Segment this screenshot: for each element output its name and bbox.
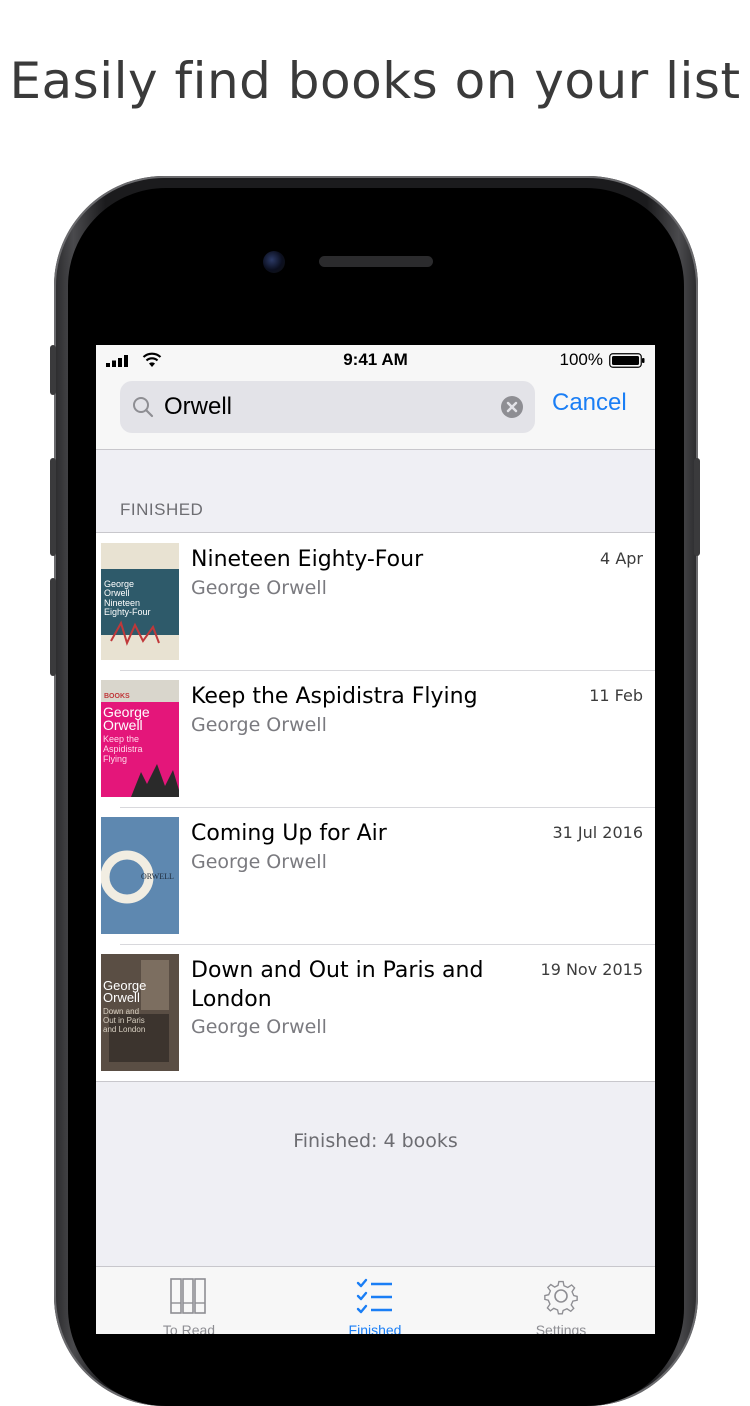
volume-down-button [50, 578, 56, 676]
book-title: Keep the Aspidistra Flying [191, 684, 478, 709]
volume-up-button [50, 458, 56, 556]
status-bar: 9:41 AM 100% [96, 345, 655, 377]
cancel-button[interactable]: Cancel [552, 389, 627, 417]
earpiece-speaker [319, 256, 433, 267]
search-bar: Orwell Cancel [96, 377, 655, 450]
book-date: 11 Feb [589, 686, 643, 705]
search-icon [133, 397, 154, 418]
book-title: Nineteen Eighty-Four [191, 547, 424, 572]
svg-text:Aspidistra: Aspidistra [103, 744, 143, 754]
svg-text:ORWELL: ORWELL [141, 872, 174, 881]
book-row[interactable]: ORWELL Coming Up for Air George Orwell 3… [96, 807, 655, 944]
svg-text:Down and: Down and [103, 1007, 139, 1016]
book-row[interactable]: BOOKS George Orwell Keep the Aspidistra … [96, 670, 655, 807]
book-author: George Orwell [191, 851, 327, 873]
tab-label: Finished [348, 1322, 402, 1334]
book-date: 31 Jul 2016 [552, 823, 643, 842]
promo-headline: Easily find books on your list [9, 52, 741, 110]
section-header-finished: FINISHED [120, 500, 204, 519]
bookshelf-icon [170, 1278, 206, 1314]
book-date: 4 Apr [600, 549, 643, 568]
svg-text:Orwell: Orwell [103, 990, 140, 1005]
svg-text:Orwell: Orwell [104, 588, 130, 598]
book-title: Coming Up for Air [191, 821, 387, 846]
battery-percentage: 100% [559, 350, 603, 369]
book-date: 19 Nov 2015 [540, 960, 643, 979]
tab-finished[interactable]: Finished [282, 1267, 468, 1334]
front-camera [263, 251, 285, 273]
svg-text:Orwell: Orwell [103, 717, 143, 733]
svg-text:and London: and London [103, 1025, 145, 1034]
tab-settings[interactable]: Settings [468, 1267, 654, 1334]
book-row[interactable]: George Orwell Nineteen Eighty-Four Ninet… [96, 533, 655, 670]
svg-text:Eighty-Four: Eighty-Four [104, 607, 151, 617]
book-author: George Orwell [191, 1016, 327, 1038]
svg-text:Keep the: Keep the [103, 734, 139, 744]
book-row[interactable]: George Orwell Down and Out in Paris and … [96, 944, 655, 1081]
book-title: Down and Out in Paris and London [191, 958, 484, 1012]
tab-to-read[interactable]: To Read [96, 1267, 282, 1334]
book-cover-image: ORWELL [101, 817, 179, 934]
book-author: George Orwell [191, 577, 327, 599]
svg-text:BOOKS: BOOKS [104, 693, 130, 700]
finished-count: Finished: 4 books [293, 1130, 458, 1152]
svg-text:Flying: Flying [103, 754, 127, 764]
book-author: George Orwell [191, 714, 327, 736]
tab-label: To Read [162, 1322, 216, 1334]
clear-search-icon[interactable] [500, 395, 524, 419]
checklist-icon [356, 1278, 392, 1314]
book-cover-image: BOOKS George Orwell Keep the Aspidistra … [101, 680, 179, 797]
tab-bar: To Read Finished Settings [96, 1266, 655, 1334]
tab-label: Settings [535, 1322, 587, 1334]
svg-text:Out in Paris: Out in Paris [103, 1016, 145, 1025]
mute-switch [50, 345, 56, 395]
gear-icon [544, 1280, 578, 1315]
app-screen: 9:41 AM 100% Orwell Cancel FINISHED Geor… [96, 345, 655, 1334]
book-list: George Orwell Nineteen Eighty-Four Ninet… [96, 532, 655, 1082]
battery-icon [609, 353, 645, 368]
search-field[interactable]: Orwell [120, 381, 535, 433]
book-cover-image: George Orwell Down and Out in Paris and … [101, 954, 179, 1071]
search-input[interactable]: Orwell [164, 393, 232, 421]
book-cover-image: George Orwell Nineteen Eighty-Four [101, 543, 179, 660]
power-button [694, 458, 700, 556]
